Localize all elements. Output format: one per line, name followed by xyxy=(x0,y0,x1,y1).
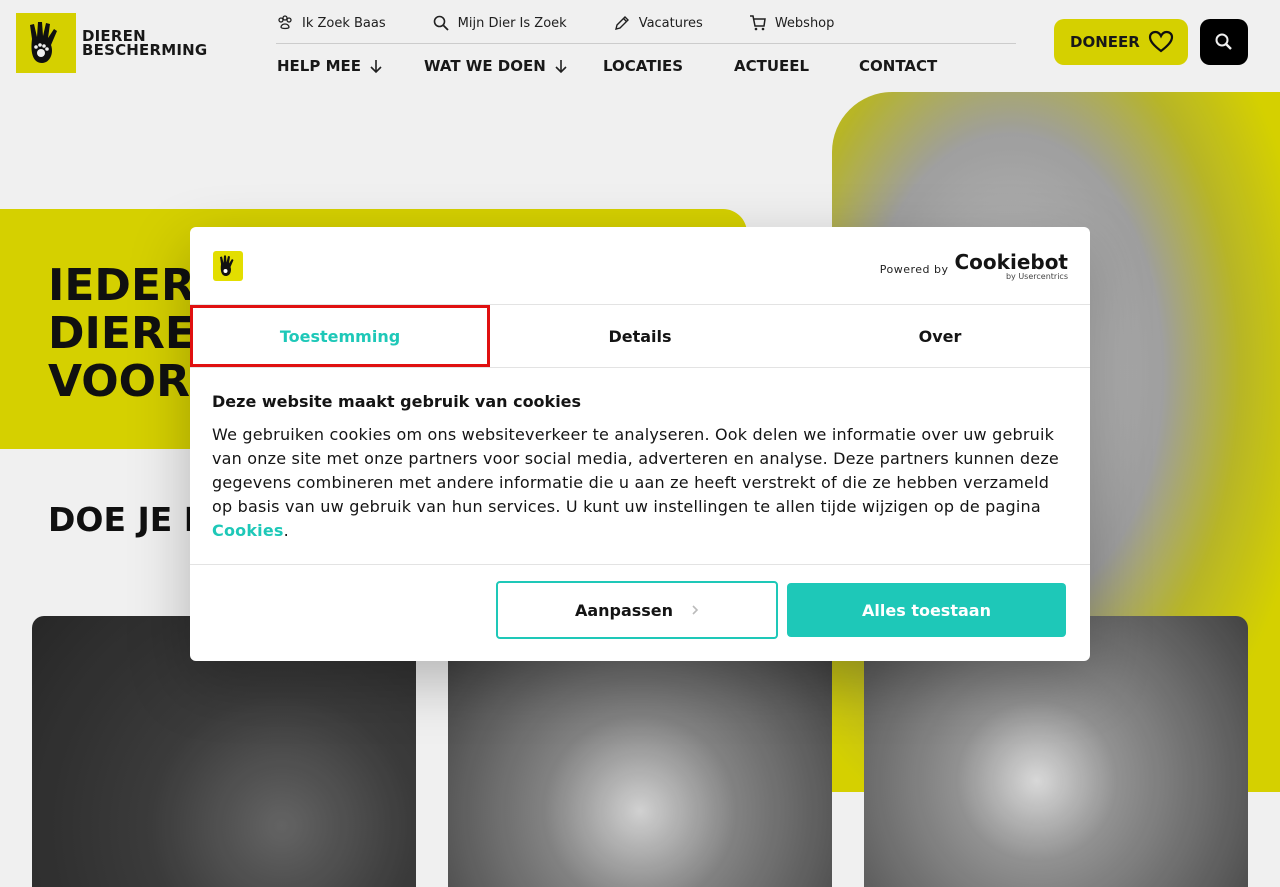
tab-toestemming[interactable]: Toestemming xyxy=(190,305,490,367)
powered-by-label: Powered by xyxy=(879,263,949,276)
tab-label: Details xyxy=(608,326,672,346)
cookies-page-link[interactable]: Cookies xyxy=(212,521,284,540)
site-logo-small-icon xyxy=(213,251,243,281)
dialog-body-text: We gebruiken cookies om ons websiteverke… xyxy=(212,425,1059,516)
dialog-title: Deze website maakt gebruik van cookies xyxy=(212,392,582,411)
chevron-right-icon xyxy=(692,605,699,615)
dialog-text: We gebruiken cookies om ons websiteverke… xyxy=(212,423,1072,543)
tab-label: Over xyxy=(918,326,962,346)
tab-over[interactable]: Over xyxy=(790,305,1090,367)
allow-all-label: Alles toestaan xyxy=(862,600,991,620)
dialog-body: Deze website maakt gebruik van cookies W… xyxy=(212,392,1072,543)
dialog-header: Powered by Cookiebot by Usercentrics xyxy=(190,227,1090,305)
customize-button[interactable]: Aanpassen xyxy=(496,581,778,639)
dialog-footer: Aanpassen Alles toestaan xyxy=(190,564,1090,661)
customize-label: Aanpassen xyxy=(574,600,674,620)
allow-all-button[interactable]: Alles toestaan xyxy=(787,583,1066,637)
cookiebot-logo: Cookiebot xyxy=(954,250,1069,274)
tab-label: Toestemming xyxy=(279,326,401,346)
dialog-tabs: Toestemming Details Over xyxy=(190,305,1090,368)
tab-details[interactable]: Details xyxy=(490,305,790,367)
dialog-period: . xyxy=(283,521,289,540)
cookie-consent-dialog: Powered by Cookiebot by Usercentrics Toe… xyxy=(190,227,1090,661)
powered-by-cookiebot[interactable]: Powered by Cookiebot by Usercentrics xyxy=(880,252,1068,281)
